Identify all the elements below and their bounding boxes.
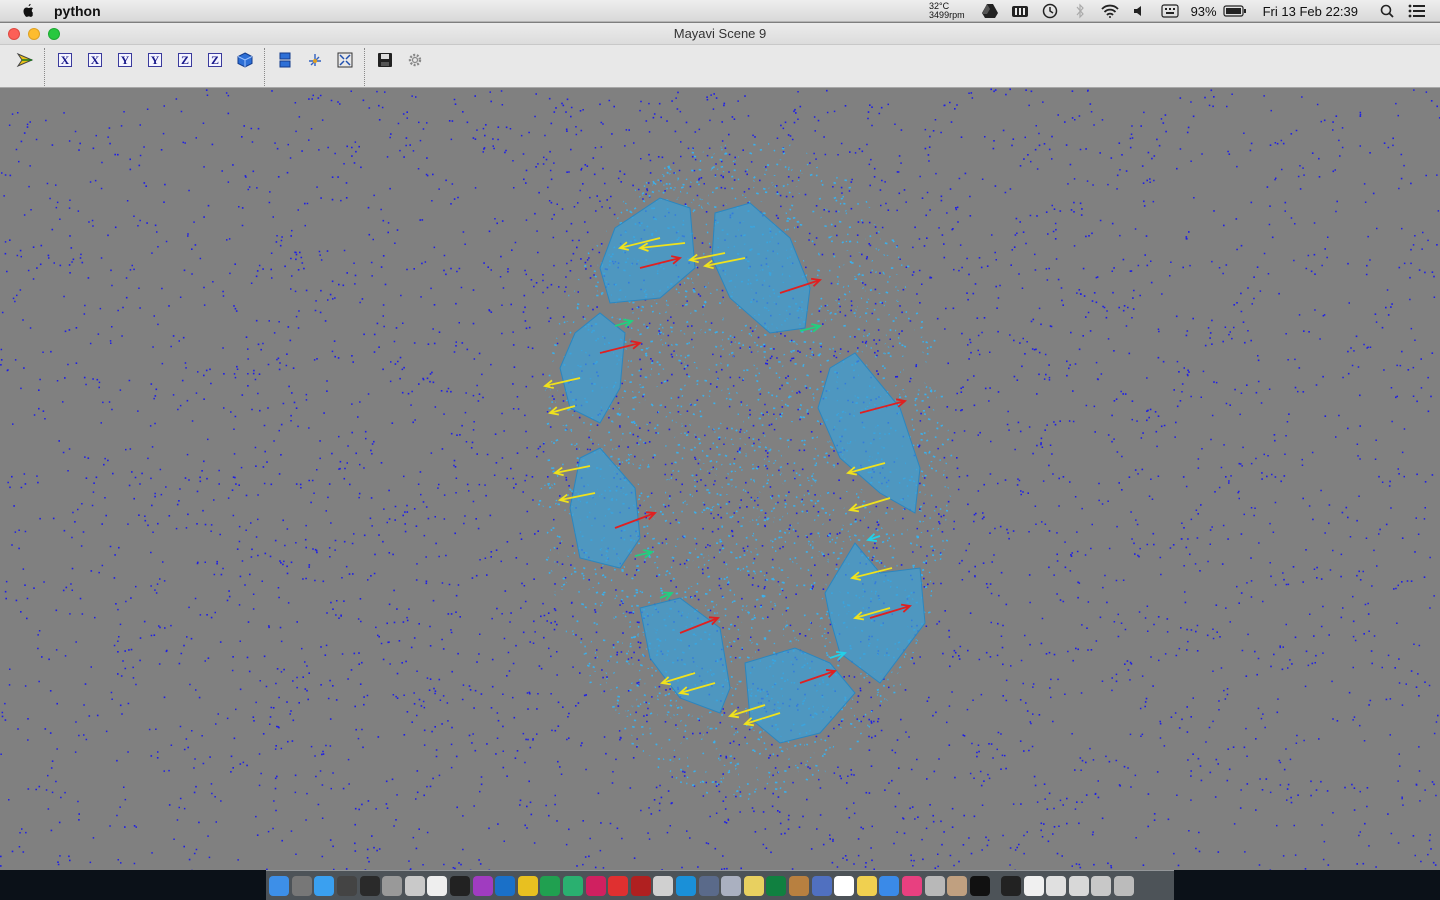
menu-bar: python 32°C 3499rpm 93% Fri 13 Feb 22:39 [0,0,1440,22]
spotlight-search-icon[interactable] [1378,3,1396,19]
scripts-icon[interactable] [517,875,538,896]
clock[interactable]: Fri 13 Feb 22:39 [1263,4,1358,19]
fan-speed-value: 3499rpm [929,10,965,20]
floppy-disk-icon [378,53,392,67]
scene-toolbar: X X Y Y Z Z [0,45,1440,88]
cube-icon [237,52,253,68]
full-screen-button[interactable] [334,49,356,71]
minimize-window-button[interactable] [28,28,40,40]
grapher-icon[interactable] [563,875,584,896]
mission-control-icon[interactable] [337,875,358,896]
mayavi-pipeline-button[interactable] [14,49,36,71]
document-icon[interactable] [1023,875,1044,896]
itunes-icon[interactable] [901,875,922,896]
notes-icon[interactable] [743,875,764,896]
trash-icon[interactable] [1113,875,1134,896]
box-icon[interactable] [698,875,719,896]
toggle-axes-button[interactable] [304,49,326,71]
flashcard-icon[interactable] [585,875,606,896]
books-icon[interactable] [788,875,809,896]
axis-x-label: X [88,53,102,67]
cloud-icon[interactable] [721,875,742,896]
input-source-icon[interactable] [1160,3,1179,19]
fullscreen-icon [337,52,353,68]
activity-monitor-icon[interactable] [359,875,380,896]
axis-z-label: Z [208,53,222,67]
window-title: Mayavi Scene 9 [673,26,767,41]
battery-icon[interactable] [1223,3,1247,19]
drive-icon[interactable] [1091,875,1112,896]
battery-percent[interactable]: 93% [1191,4,1217,19]
gear-icon [408,53,422,67]
time-machine-icon[interactable] [1041,3,1059,19]
calendar-icon[interactable] [834,875,855,896]
terminal-dark-icon[interactable] [969,875,990,896]
terminal-icon[interactable] [450,875,471,896]
status-area: 32°C 3499rpm 93% Fri 13 Feb 22:39 [929,0,1440,22]
launchpad-icon[interactable] [291,875,312,896]
google-drive-icon[interactable] [981,3,999,19]
app-store-icon[interactable] [924,875,945,896]
toolbar-separator [264,48,265,86]
parallel-projection-button[interactable] [274,49,296,71]
scene-canvas[interactable] [0,88,1440,870]
axis-z-label: Z [178,53,192,67]
ps-icon[interactable] [630,875,651,896]
mathematica-icon[interactable] [540,875,561,896]
save-scene-button[interactable] [374,49,396,71]
view-minus-y-button[interactable]: Y [144,49,166,71]
dock [266,870,1174,900]
finder-icon[interactable] [269,875,290,896]
toolbar-separator [364,48,365,86]
view-plus-x-button[interactable]: X [54,49,76,71]
notification-center-icon[interactable] [1408,3,1426,19]
axis-y-label: Y [118,53,132,67]
disk-utility-icon[interactable] [382,875,403,896]
isometric-view-button[interactable] [234,49,256,71]
view-plus-z-button[interactable]: Z [174,49,196,71]
maximize-window-button[interactable] [48,28,60,40]
window-title-bar[interactable]: Mayavi Scene 9 [0,23,1440,45]
axis-x-label: X [58,53,72,67]
safari-icon[interactable] [314,875,335,896]
adobe-icon[interactable] [608,875,629,896]
wifi-icon[interactable] [1100,3,1119,19]
textedit-icon[interactable] [427,875,448,896]
axes-icon [309,54,321,66]
network-icon[interactable] [675,875,696,896]
view-plus-y-button[interactable]: Y [114,49,136,71]
memory-chip-icon[interactable] [1011,3,1029,19]
toolbar-separator [44,48,45,86]
bluetooth-icon[interactable] [1071,3,1089,19]
colorsync-icon[interactable] [472,875,493,896]
app-name-menu[interactable]: python [54,3,101,19]
photos-icon[interactable] [811,875,832,896]
volume-icon[interactable] [1131,3,1149,19]
axis-y-label: Y [148,53,162,67]
stickies-icon[interactable] [856,875,877,896]
contrast-icon[interactable] [1001,875,1021,896]
projection-icon [279,52,291,68]
window2-icon[interactable] [1068,875,1089,896]
screenshot-icon[interactable] [653,875,674,896]
preview-icon[interactable] [404,875,425,896]
excel-icon[interactable] [766,875,787,896]
safari-blue-icon[interactable] [879,875,900,896]
temperature-readout[interactable]: 32°C 3499rpm [929,2,965,20]
maps-icon[interactable] [947,875,968,896]
mayavi-3d-scene[interactable] [0,88,1440,870]
window-icon[interactable] [1046,875,1067,896]
xcode-icon[interactable] [495,875,516,896]
apple-logo-icon[interactable] [19,3,37,19]
close-window-button[interactable] [8,28,20,40]
view-minus-z-button[interactable]: Z [204,49,226,71]
scene-background [0,88,1440,870]
scene-settings-button[interactable] [404,49,426,71]
pipeline-arrow-icon [16,52,34,68]
view-minus-x-button[interactable]: X [84,49,106,71]
